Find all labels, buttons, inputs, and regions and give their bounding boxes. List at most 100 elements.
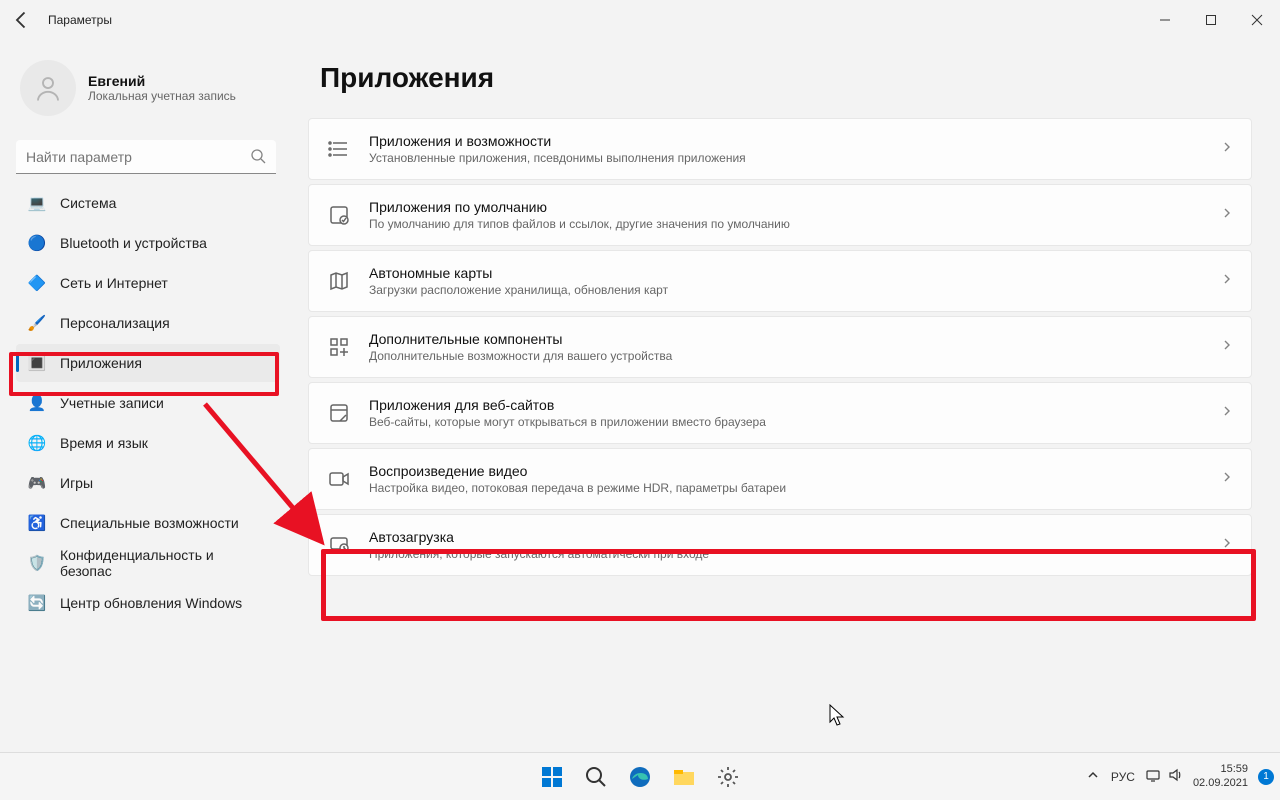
maximize-button[interactable] — [1188, 0, 1234, 40]
chevron-right-icon — [1221, 140, 1233, 158]
main: Приложения Приложения и возможности Уста… — [296, 40, 1280, 752]
clock[interactable]: 15:59 02.09.2021 — [1193, 763, 1248, 789]
list-icon — [327, 137, 351, 161]
edge-button[interactable] — [620, 757, 660, 797]
row-title: Приложения и возможности — [369, 133, 1221, 149]
sidebar-item-accounts[interactable]: 👤Учетные записи — [16, 384, 280, 422]
chevron-right-icon — [1221, 338, 1233, 356]
taskbar-center — [532, 757, 748, 797]
plus-grid-icon — [327, 335, 351, 359]
row-text: Автономные карты Загрузки расположение х… — [369, 265, 1221, 297]
taskbar-right: РУС 15:59 02.09.2021 1 — [1085, 763, 1274, 789]
row-startup[interactable]: Автозагрузка Приложения, которые запуска… — [308, 514, 1252, 576]
chevron-right-icon — [1221, 536, 1233, 554]
network-tray-icon[interactable] — [1145, 767, 1161, 786]
sidebar-item-network[interactable]: 🔷 Сеть и Интернет — [16, 264, 280, 302]
sidebar-item-accessibility[interactable]: ♿ Специальные возможности — [16, 504, 280, 542]
sidebar-item-label: Персонализация — [60, 315, 170, 331]
sidebar-item-label: Bluetooth и устройства — [60, 235, 207, 251]
row-text: Автозагрузка Приложения, которые запуска… — [369, 529, 1221, 561]
row-desc: Загрузки расположение хранилища, обновле… — [369, 283, 1221, 297]
sidebar-item-apps[interactable]: 🔳 Приложения — [16, 344, 280, 382]
row-desc: Настройка видео, потоковая передача в ре… — [369, 481, 1221, 495]
profile-block[interactable]: Евгений Локальная учетная запись — [16, 60, 296, 116]
row-apps-features[interactable]: Приложения и возможности Установленные п… — [308, 118, 1252, 180]
explorer-button[interactable] — [664, 757, 704, 797]
start-button[interactable] — [532, 757, 572, 797]
minimize-button[interactable] — [1142, 0, 1188, 40]
volume-tray-icon[interactable] — [1167, 767, 1183, 786]
gaming-icon: 🎮 — [28, 474, 46, 492]
content: Евгений Локальная учетная запись 💻 Систем… — [0, 40, 1280, 752]
time: 15:59 — [1193, 763, 1248, 776]
page-title: Приложения — [320, 62, 1252, 94]
profile-text: Евгений Локальная учетная запись — [88, 73, 236, 103]
sidebar-item-update[interactable]: 🔄Центр обновления Windows — [16, 584, 280, 622]
sidebar-item-label: Система — [60, 195, 116, 211]
row-text: Воспроизведение видео Настройка видео, п… — [369, 463, 1221, 495]
sidebar-item-label: Конфиденциальность и безопас — [60, 547, 268, 579]
profile-type: Локальная учетная запись — [88, 89, 236, 103]
taskbar: РУС 15:59 02.09.2021 1 — [0, 752, 1280, 800]
accessibility-icon: ♿ — [28, 514, 46, 532]
row-text: Приложения и возможности Установленные п… — [369, 133, 1221, 165]
row-text: Приложения для веб-сайтов Веб-сайты, кот… — [369, 397, 1221, 429]
row-desc: Веб-сайты, которые могут открываться в п… — [369, 415, 1221, 429]
startup-icon — [327, 533, 351, 557]
row-apps-websites[interactable]: Приложения для веб-сайтов Веб-сайты, кот… — [308, 382, 1252, 444]
nav: 💻 Система 🔵 Bluetooth и устройства 🔷 Сеть и… — [16, 184, 296, 622]
row-offline-maps[interactable]: Автономные карты Загрузки расположение х… — [308, 250, 1252, 312]
sidebar-item-label: Приложения — [60, 355, 142, 371]
row-optional-features[interactable]: Дополнительные компоненты Дополнительные… — [308, 316, 1252, 378]
system-icon: 💻 — [28, 194, 46, 212]
notification-badge[interactable]: 1 — [1258, 769, 1274, 785]
search-button[interactable] — [576, 757, 616, 797]
row-desc: Установленные приложения, псевдонимы вып… — [369, 151, 1221, 165]
row-desc: Дополнительные возможности для вашего ус… — [369, 349, 1221, 363]
row-default-apps[interactable]: Приложения по умолчанию По умолчанию для… — [308, 184, 1252, 246]
window-controls — [1142, 0, 1280, 40]
row-text: Дополнительные компоненты Дополнительные… — [369, 331, 1221, 363]
sidebar-item-bluetooth[interactable]: 🔵 Bluetooth и устройства — [16, 224, 280, 262]
sidebar-item-time-lang[interactable]: 🌐 Время и язык — [16, 424, 280, 462]
network-icon: 🔷 — [28, 274, 46, 292]
row-text: Приложения по умолчанию По умолчанию для… — [369, 199, 1221, 231]
row-title: Приложения для веб-сайтов — [369, 397, 1221, 413]
sidebar-item-label: Игры — [60, 475, 93, 491]
language-indicator[interactable]: РУС — [1111, 770, 1135, 784]
chevron-right-icon — [1221, 470, 1233, 488]
row-desc: По умолчанию для типов файлов и ссылок, … — [369, 217, 1221, 231]
row-desc: Приложения, которые запускаются автомати… — [369, 547, 1221, 561]
sidebar-item-personalization[interactable]: 🖌️Персонализация — [16, 304, 280, 342]
row-video-playback[interactable]: Воспроизведение видео Настройка видео, п… — [308, 448, 1252, 510]
apps-icon: 🔳 — [28, 354, 46, 372]
row-title: Приложения по умолчанию — [369, 199, 1221, 215]
window-title: Параметры — [48, 13, 112, 27]
row-title: Автозагрузка — [369, 529, 1221, 545]
privacy-icon: 🛡️ — [28, 554, 46, 572]
video-icon — [327, 467, 351, 491]
chevron-right-icon — [1221, 206, 1233, 224]
time-lang-icon: 🌐 — [28, 434, 46, 452]
rows: Приложения и возможности Установленные п… — [308, 118, 1252, 576]
system-tray[interactable] — [1145, 767, 1183, 786]
sidebar-item-gaming[interactable]: 🎮 Игры — [16, 464, 280, 502]
search-input[interactable] — [16, 140, 276, 174]
tray-chevron-icon[interactable] — [1085, 767, 1101, 786]
chevron-right-icon — [1221, 404, 1233, 422]
sidebar-item-label: Время и язык — [60, 435, 148, 451]
sidebar-item-system[interactable]: 💻 Система — [16, 184, 280, 222]
sidebar-item-privacy[interactable]: 🛡️ Конфиденциальность и безопас — [16, 544, 280, 582]
close-button[interactable] — [1234, 0, 1280, 40]
chevron-right-icon — [1221, 272, 1233, 290]
titlebar: Параметры — [0, 0, 1280, 40]
bluetooth-icon: 🔵 — [28, 234, 46, 252]
avatar — [20, 60, 76, 116]
settings-button[interactable] — [708, 757, 748, 797]
sidebar-item-label: Специальные возможности — [60, 515, 239, 531]
sidebar-item-label: Сеть и Интернет — [60, 275, 168, 291]
accounts-icon: 👤 — [28, 394, 46, 412]
sidebar-item-label: Центр обновления Windows — [60, 595, 242, 611]
row-title: Воспроизведение видео — [369, 463, 1221, 479]
back-button[interactable] — [12, 10, 32, 30]
